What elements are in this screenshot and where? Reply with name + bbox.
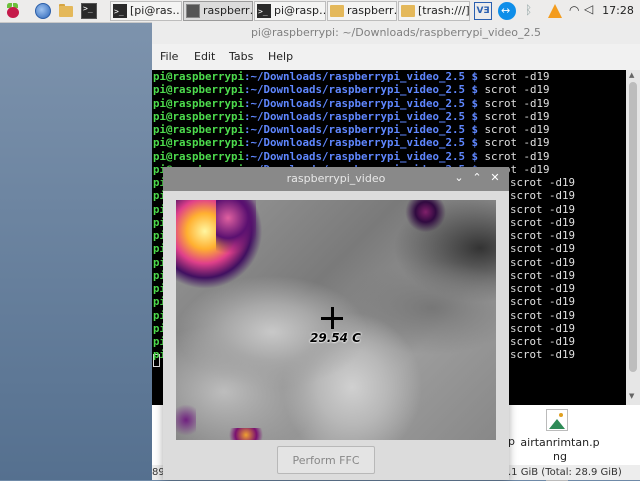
prompt-user: pi@raspberrypi <box>153 70 245 83</box>
prompt-path: :~/Downloads/raspberrypi_video_2.5 $ <box>244 149 485 163</box>
task-label: [pi@ras… <box>130 4 182 17</box>
command-text: scrot -d19 <box>484 136 550 150</box>
command-text: scrot -d19 <box>484 149 550 163</box>
task-folder[interactable]: raspberr… <box>327 1 397 21</box>
folder-icon <box>330 5 344 17</box>
command-text: scrot -d19 <box>510 215 576 229</box>
scroll-down-icon[interactable]: ▼ <box>629 392 634 400</box>
task-video-window[interactable]: raspberr… <box>183 1 253 21</box>
command-text: scrot -d19 <box>484 96 550 110</box>
command-text: scrot -d19 <box>484 83 550 97</box>
task-terminal-2[interactable]: pi@rasp… <box>254 1 326 21</box>
video-titlebar[interactable]: raspberrypi_video ⌄ ⌃ ✕ <box>163 167 509 191</box>
crosshair-icon <box>331 307 334 329</box>
volume-icon[interactable]: ◁ <box>584 2 593 22</box>
command-text: scrot -d19 <box>510 282 576 295</box>
thermal-image: 29.54 C <box>176 200 496 440</box>
terminal-line: pi@raspberrypi:~/Downloads/raspberrypi_v… <box>153 70 550 83</box>
command-text: scrot -d19 <box>484 123 550 136</box>
prompt-path: :~/Downloads/raspberrypi_video_2.5 $ <box>244 123 485 136</box>
command-text: scrot -d19 <box>510 242 576 256</box>
task-label: pi@rasp… <box>274 4 326 17</box>
folder-icon <box>401 5 415 17</box>
task-terminal-1[interactable]: [pi@ras… <box>110 1 182 21</box>
menu-file[interactable]: File <box>160 50 178 63</box>
menu-help[interactable]: Help <box>268 50 293 63</box>
scrollbar-thumb[interactable] <box>629 82 637 372</box>
terminal-line: pi@raspberrypi:~/Downloads/raspberrypi_v… <box>153 150 550 163</box>
command-text: scrot -d19 <box>510 295 576 309</box>
terminal-menubar: File Edit Tabs Help <box>152 44 640 70</box>
menu-tabs[interactable]: Tabs <box>229 50 253 63</box>
file-manager-icon[interactable] <box>58 3 74 19</box>
teamviewer-icon[interactable] <box>498 2 516 20</box>
scroll-up-icon[interactable]: ▲ <box>629 71 634 79</box>
maximize-icon[interactable]: ⌃ <box>469 170 485 186</box>
terminal-icon <box>257 3 271 20</box>
wifi-icon[interactable]: ◠ <box>569 3 579 23</box>
close-icon[interactable]: ✕ <box>487 170 503 186</box>
command-text: scrot -d19 <box>510 229 576 242</box>
file-name-line2: ng <box>553 450 567 463</box>
vlc-icon[interactable] <box>548 4 562 18</box>
command-text: scrot -d19 <box>510 268 576 282</box>
prompt-user: pi@raspberrypi <box>153 149 245 163</box>
terminal-line: pi@raspberrypi:~/Downloads/raspberrypi_v… <box>153 110 550 123</box>
bluetooth-icon[interactable]: ᛒ <box>525 3 532 23</box>
prompt-path: :~/Downloads/raspberrypi_video_2.5 $ <box>244 136 485 150</box>
command-text: scrot -d19 <box>510 321 576 335</box>
status-disk-space: .1 GiB (Total: 28.9 GiB) <box>508 467 622 478</box>
image-file-icon[interactable] <box>546 409 568 431</box>
file-name-line1: airtanrimtan.p <box>520 436 600 449</box>
command-text: scrot -d19 <box>510 189 576 203</box>
minimize-icon[interactable]: ⌄ <box>451 170 467 186</box>
raspberry-menu-icon[interactable] <box>5 3 21 19</box>
taskbar: [pi@ras… raspberr… pi@rasp… raspberr… [t… <box>0 0 640 23</box>
task-label: [trash:///] <box>418 4 470 17</box>
prompt-user: pi@raspberrypi <box>153 83 245 97</box>
command-text: scrot -d19 <box>510 348 576 362</box>
command-text: scrot -d19 <box>484 70 550 83</box>
task-label: raspberr… <box>347 4 396 17</box>
terminal-icon <box>113 3 127 20</box>
prompt-user: pi@raspberrypi <box>153 109 245 123</box>
prompt-path: :~/Downloads/raspberrypi_video_2.5 $ <box>244 109 485 123</box>
menu-edit[interactable]: Edit <box>194 50 215 63</box>
prompt-path: :~/Downloads/raspberrypi_video_2.5 $ <box>244 70 485 83</box>
terminal-launcher-icon[interactable] <box>81 3 97 19</box>
task-trash[interactable]: [trash:///] <box>398 1 470 21</box>
video-window-icon <box>186 4 200 18</box>
command-text: scrot -d19 <box>484 109 550 123</box>
task-label: raspberr… <box>203 4 252 17</box>
perform-ffc-button[interactable]: Perform FFC <box>277 446 375 474</box>
prompt-user: pi@raspberrypi <box>153 96 245 110</box>
terminal-line: pi@raspberrypi:~/Downloads/raspberrypi_v… <box>153 83 550 96</box>
prompt-path: :~/Downloads/raspberrypi_video_2.5 $ <box>244 83 485 97</box>
command-text: scrot -d19 <box>510 176 576 189</box>
file-name[interactable]: airtanrimtan.p ng <box>520 436 600 464</box>
video-window: raspberrypi_video ⌄ ⌃ ✕ 29.54 C Perform … <box>163 167 509 480</box>
terminal-scrollbar[interactable]: ▲ ▼ <box>626 70 640 405</box>
web-browser-icon[interactable] <box>35 3 51 19</box>
vnc-icon[interactable]: VƎ <box>474 2 492 20</box>
command-text: scrot -d19 <box>510 308 576 322</box>
command-text: scrot -d19 <box>510 255 576 269</box>
terminal-line: pi@raspberrypi:~/Downloads/raspberrypi_v… <box>153 123 550 136</box>
prompt-path: :~/Downloads/raspberrypi_video_2.5 $ <box>244 96 485 110</box>
temperature-readout: 29.54 C <box>310 331 361 345</box>
prompt-user: pi@raspberrypi <box>153 136 245 150</box>
terminal-title: pi@raspberrypi: ~/Downloads/raspberrypi_… <box>152 22 640 44</box>
file-label-partial: p <box>508 435 515 448</box>
command-text: scrot -d19 <box>510 202 576 216</box>
terminal-line: pi@raspberrypi:~/Downloads/raspberrypi_v… <box>153 97 550 110</box>
clock[interactable]: 17:28 <box>598 0 638 22</box>
terminal-line: pi@raspberrypi:~/Downloads/raspberrypi_v… <box>153 136 550 149</box>
command-text: scrot -d19 <box>510 335 576 348</box>
prompt-user: pi@raspberrypi <box>153 123 245 136</box>
